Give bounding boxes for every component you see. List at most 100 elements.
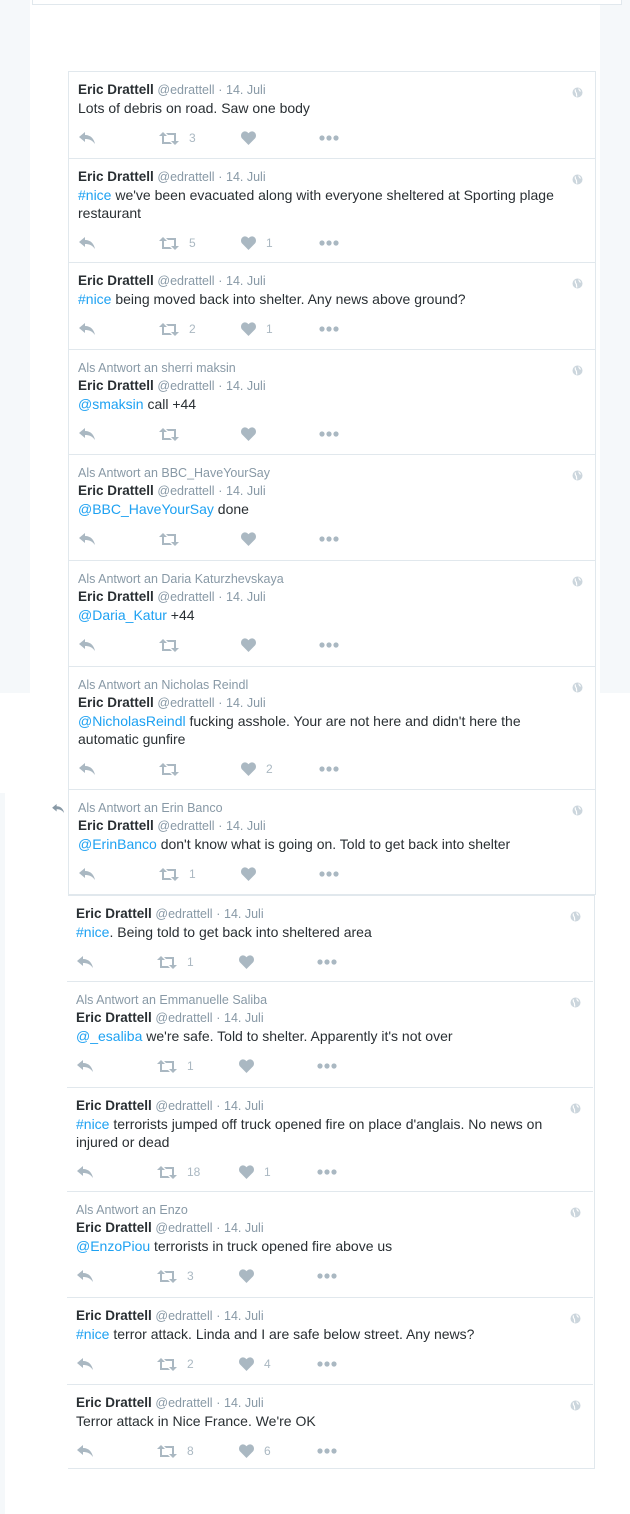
timestamp[interactable]: 14. Juli <box>224 1221 264 1235</box>
reply-button[interactable] <box>79 129 96 147</box>
like-button[interactable] <box>239 953 264 971</box>
like-button[interactable] <box>241 865 266 883</box>
author-handle[interactable]: @edrattell <box>157 696 214 710</box>
like-button[interactable]: 4 <box>239 1355 271 1373</box>
author-handle[interactable]: @edrattell <box>155 907 212 921</box>
hashtag-link[interactable]: #nice <box>78 291 111 307</box>
timestamp[interactable]: 14. Juli <box>224 1309 264 1323</box>
tweet[interactable]: Als Antwort an BBC_HaveYourSay Eric Dratt… <box>69 455 595 561</box>
timestamp[interactable]: 14. Juli <box>226 819 266 833</box>
author-handle[interactable]: @edrattell <box>157 379 214 393</box>
author-handle[interactable]: @edrattell <box>155 1396 212 1410</box>
like-button[interactable] <box>241 425 266 443</box>
more-button[interactable] <box>317 953 337 971</box>
tweet[interactable]: Eric Drattell @edrattell · 14. Juli Lots … <box>69 72 595 159</box>
reply-context[interactable]: Als Antwort an Daria Katurzhevskaya <box>78 570 569 588</box>
author-handle[interactable]: @edrattell <box>157 484 214 498</box>
hashtag-link[interactable]: #nice <box>78 187 111 203</box>
timestamp[interactable]: 14. Juli <box>226 484 266 498</box>
author-name[interactable]: Eric Drattell <box>78 483 154 498</box>
timestamp[interactable]: 14. Juli <box>224 1011 264 1025</box>
reply-button[interactable] <box>77 1163 94 1181</box>
hashtag-link[interactable]: #nice <box>76 1116 109 1132</box>
tweet[interactable]: Eric Drattell @edrattell · 14. Juli Terro… <box>67 1385 593 1468</box>
timestamp[interactable]: 14. Juli <box>226 590 266 604</box>
reply-button[interactable] <box>77 1355 94 1373</box>
mention-link[interactable]: @smaksin <box>78 396 144 412</box>
timestamp[interactable]: 14. Juli <box>224 907 264 921</box>
retweet-button[interactable]: 18 <box>157 1163 200 1181</box>
retweet-button[interactable]: 1 <box>157 953 194 971</box>
more-button[interactable] <box>319 530 339 548</box>
reply-button[interactable] <box>79 320 96 338</box>
timestamp[interactable]: 14. Juli <box>226 274 266 288</box>
retweet-button[interactable] <box>159 636 189 654</box>
like-button[interactable] <box>239 1267 264 1285</box>
tweet[interactable]: Als Antwort an Erin Banco Eric Drattell @… <box>52 790 595 895</box>
author-name[interactable]: Eric Drattell <box>76 1010 152 1025</box>
retweet-button[interactable]: 2 <box>157 1355 194 1373</box>
retweet-button[interactable]: 5 <box>159 234 196 252</box>
like-button[interactable] <box>239 1057 264 1075</box>
tweet[interactable]: Als Antwort an Nicholas Reindl Eric Dratt… <box>69 667 595 790</box>
author-name[interactable]: Eric Drattell <box>78 589 154 604</box>
reply-button[interactable] <box>77 1442 94 1460</box>
author-handle[interactable]: @edrattell <box>155 1011 212 1025</box>
tweet[interactable]: Eric Drattell @edrattell · 14. Juli #nice… <box>67 1088 593 1192</box>
author-handle[interactable]: @edrattell <box>155 1099 212 1113</box>
like-button[interactable]: 2 <box>241 760 273 778</box>
more-button[interactable] <box>317 1267 337 1285</box>
tweet[interactable]: Eric Drattell @edrattell · 14. Juli #nice… <box>69 263 595 350</box>
mention-link[interactable]: @EnzoPiou <box>76 1238 150 1254</box>
hashtag-link[interactable]: #nice <box>76 924 109 940</box>
retweet-button[interactable] <box>159 760 189 778</box>
author-handle[interactable]: @edrattell <box>155 1309 212 1323</box>
mention-link[interactable]: @Daria_Katur <box>78 607 167 623</box>
tweet[interactable]: Eric Drattell @edrattell · 14. Juli #nice… <box>69 159 595 263</box>
more-button[interactable] <box>319 865 339 883</box>
retweet-button[interactable]: 1 <box>159 865 196 883</box>
tweet[interactable]: Als Antwort an sherri maksin Eric Drattel… <box>69 350 595 455</box>
mention-link[interactable]: @_esaliba <box>76 1028 142 1044</box>
tweet[interactable]: Eric Drattell @edrattell · 14. Juli #nice… <box>67 896 593 982</box>
reply-button[interactable] <box>77 1267 94 1285</box>
author-name[interactable]: Eric Drattell <box>76 1395 152 1410</box>
like-button[interactable]: 1 <box>241 234 273 252</box>
retweet-button[interactable]: 8 <box>157 1442 194 1460</box>
reply-context[interactable]: Als Antwort an Enzo <box>76 1201 567 1219</box>
reply-button[interactable] <box>79 865 96 883</box>
timestamp[interactable]: 14. Juli <box>226 379 266 393</box>
more-button[interactable] <box>319 320 339 338</box>
more-button[interactable] <box>319 636 339 654</box>
timestamp[interactable]: 14. Juli <box>224 1099 264 1113</box>
tweet[interactable]: Als Antwort an Enzo Eric Drattell @edratt… <box>67 1192 593 1298</box>
more-button[interactable] <box>317 1355 337 1373</box>
reply-button[interactable] <box>79 234 96 252</box>
tweet[interactable]: Als Antwort an Emmanuelle Saliba Eric Dra… <box>67 982 593 1088</box>
author-name[interactable]: Eric Drattell <box>78 169 154 184</box>
reply-button[interactable] <box>77 1057 94 1075</box>
more-button[interactable] <box>319 425 339 443</box>
author-handle[interactable]: @edrattell <box>157 819 214 833</box>
tweet[interactable]: Eric Drattell @edrattell · 14. Juli #nice… <box>67 1298 593 1385</box>
reply-button[interactable] <box>79 530 96 548</box>
author-handle[interactable]: @edrattell <box>157 170 214 184</box>
author-name[interactable]: Eric Drattell <box>76 1220 152 1235</box>
timestamp[interactable]: 14. Juli <box>226 170 266 184</box>
retweet-button[interactable]: 1 <box>157 1057 194 1075</box>
like-button[interactable]: 6 <box>239 1442 271 1460</box>
more-button[interactable] <box>319 760 339 778</box>
more-button[interactable] <box>319 129 339 147</box>
timestamp[interactable]: 14. Juli <box>226 696 266 710</box>
reply-context[interactable]: Als Antwort an Nicholas Reindl <box>78 676 569 694</box>
like-button[interactable] <box>241 530 266 548</box>
retweet-button[interactable] <box>159 530 189 548</box>
like-button[interactable]: 1 <box>239 1163 271 1181</box>
tweet[interactable]: Als Antwort an Daria Katurzhevskaya Eric … <box>69 561 595 667</box>
like-button[interactable] <box>241 636 266 654</box>
retweet-button[interactable]: 3 <box>157 1267 194 1285</box>
retweet-button[interactable]: 2 <box>159 320 196 338</box>
author-name[interactable]: Eric Drattell <box>76 1098 152 1113</box>
reply-button[interactable] <box>79 636 96 654</box>
retweet-button[interactable]: 3 <box>159 129 196 147</box>
